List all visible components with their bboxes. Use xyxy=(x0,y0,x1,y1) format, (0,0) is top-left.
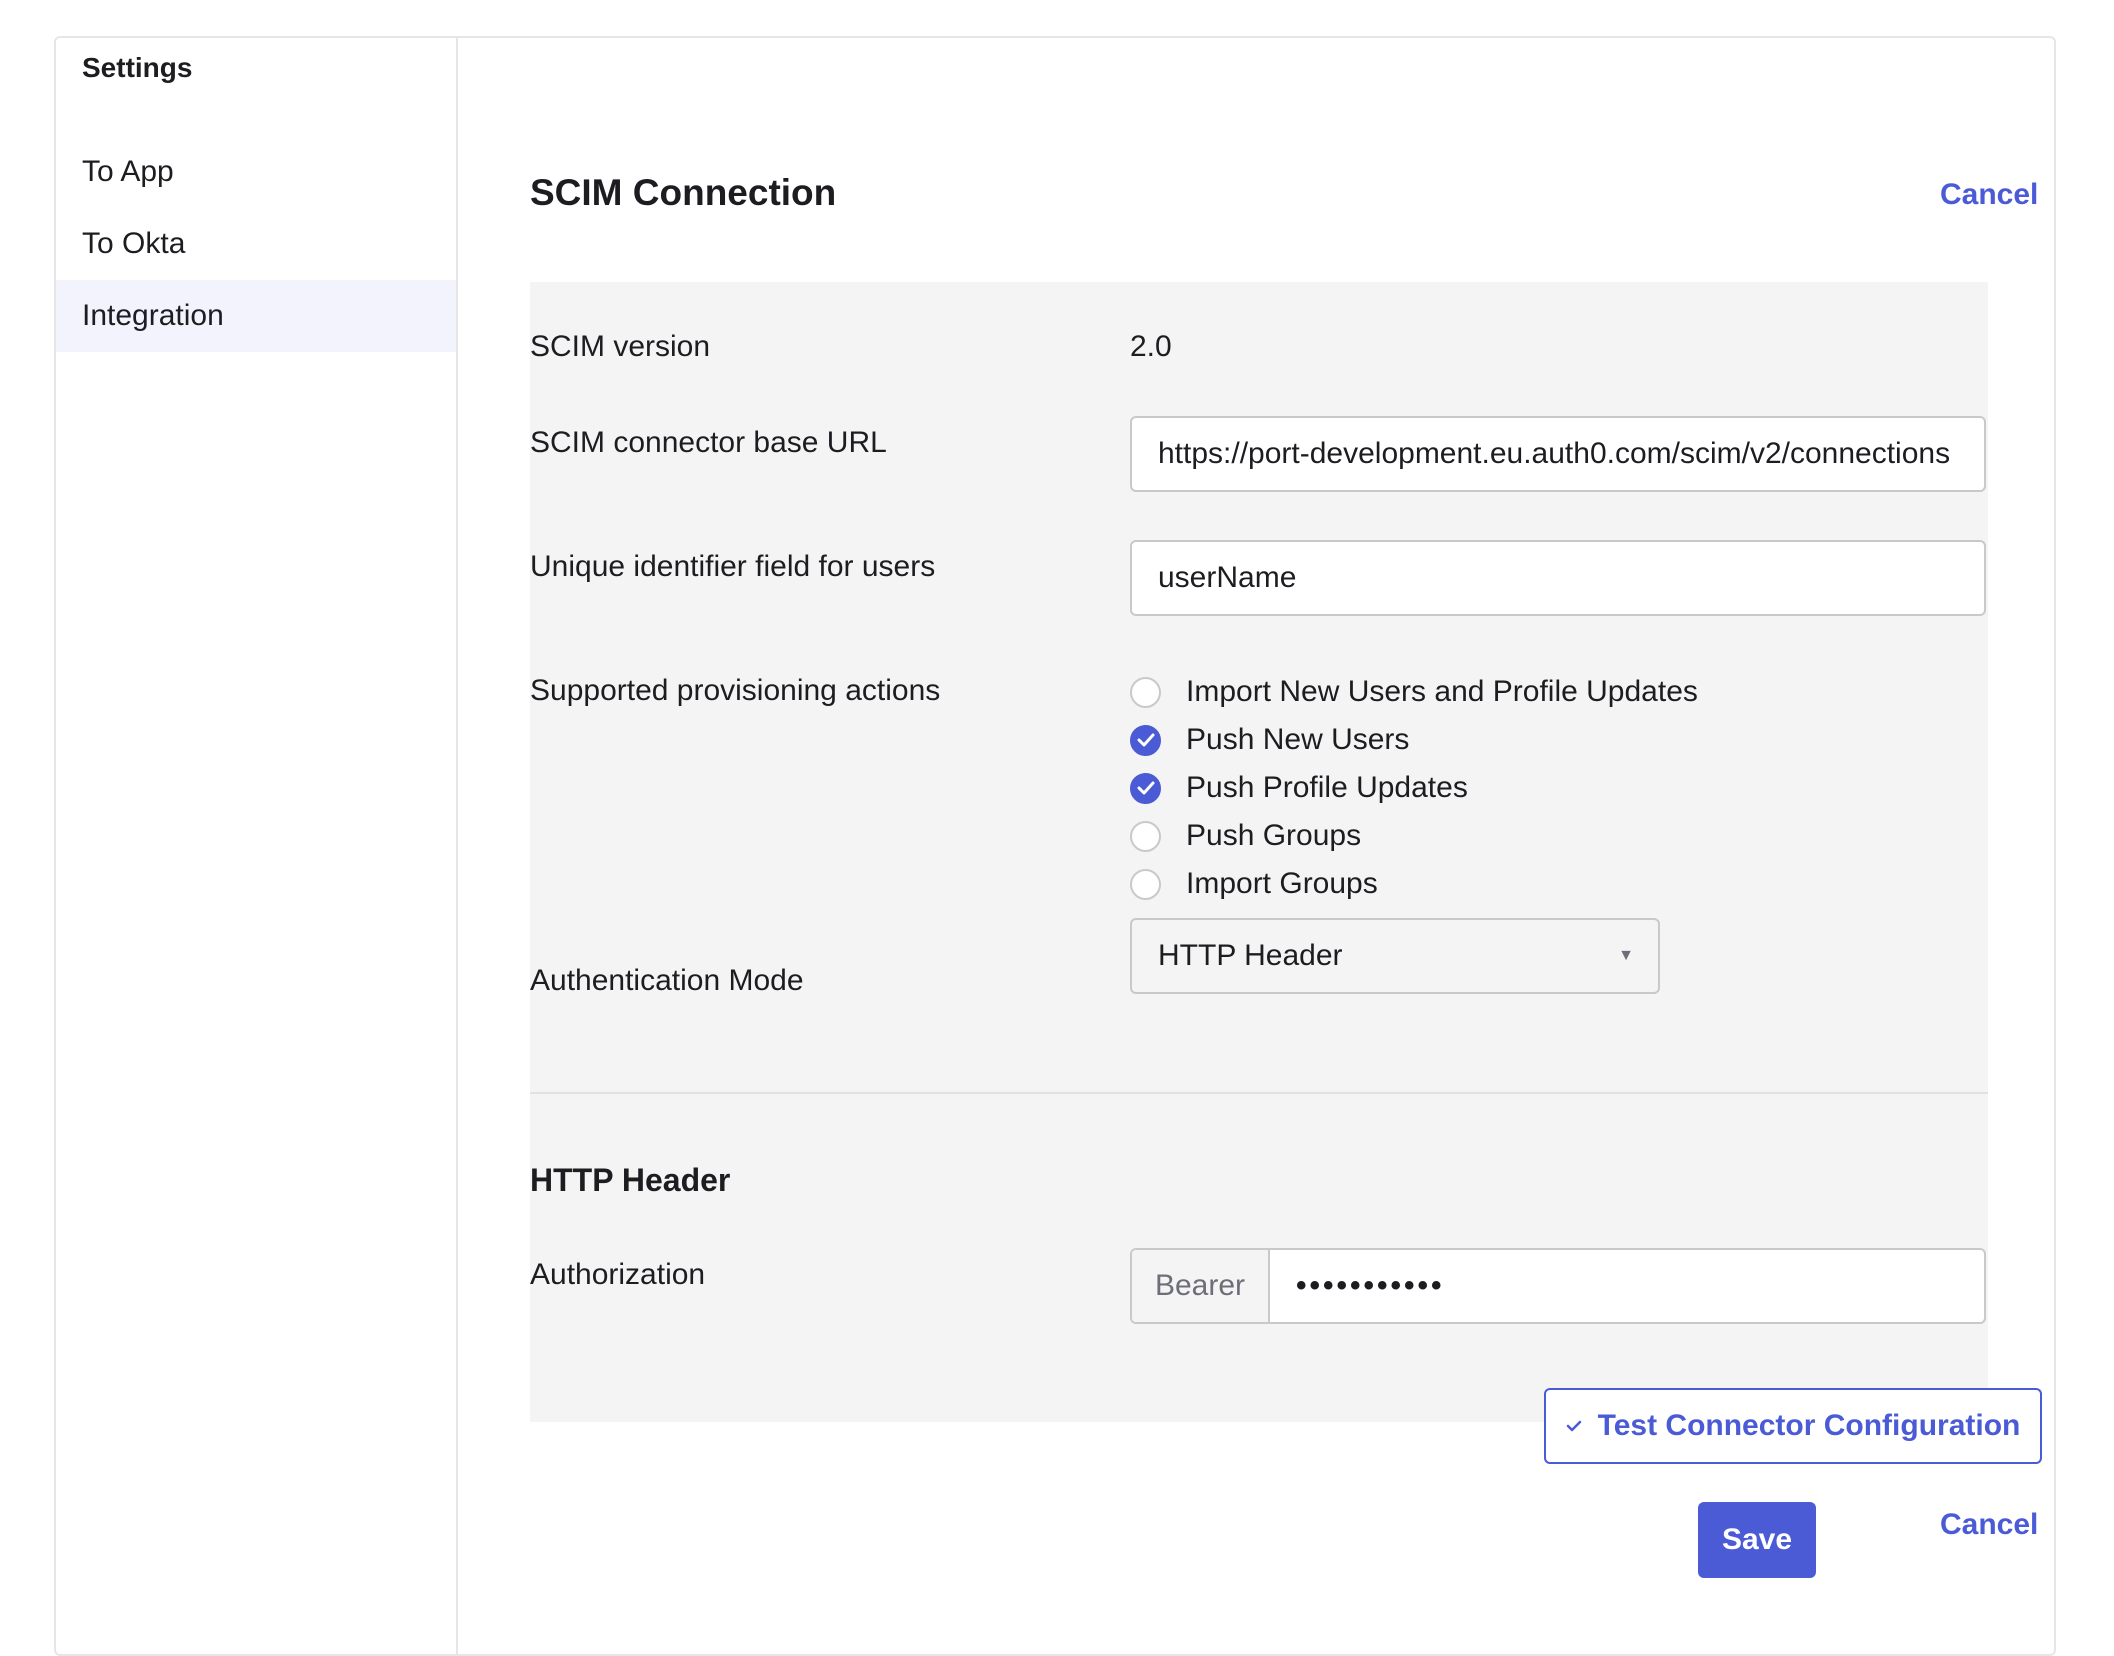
main-content: SCIM Connection Cancel SCIM version 2.0 … xyxy=(458,38,2054,1654)
authorization-label: Authorization xyxy=(530,1258,706,1291)
checkbox-label: Push Groups xyxy=(1186,819,1362,852)
checkbox-push-profile-updates[interactable]: Push Profile Updates xyxy=(1130,768,1468,808)
check-icon xyxy=(1566,1420,1582,1432)
authorization-input-group: Bearer ••••••••••• xyxy=(1130,1248,1986,1324)
checkbox-unchecked-icon xyxy=(1130,676,1161,708)
base-url-label: SCIM connector base URL xyxy=(530,426,887,459)
checkbox-unchecked-icon xyxy=(1130,820,1161,852)
auth-mode-value: HTTP Header xyxy=(1158,939,1343,972)
checkbox-checked-icon xyxy=(1130,724,1161,756)
sidebar-item-integration[interactable]: Integration xyxy=(56,280,456,352)
provisioning-label: Supported provisioning actions xyxy=(530,674,941,707)
auth-mode-label: Authentication Mode xyxy=(530,964,804,997)
base-url-input[interactable]: https://port-development.eu.auth0.com/sc… xyxy=(1130,416,1986,492)
unique-id-input[interactable]: userName xyxy=(1130,540,1986,616)
settings-frame: Settings To App To Okta Integration SCIM… xyxy=(54,36,2056,1656)
bearer-prefix: Bearer xyxy=(1132,1250,1270,1322)
checkbox-label: Push Profile Updates xyxy=(1186,771,1468,804)
http-header-title: HTTP Header xyxy=(530,1162,731,1198)
sidebar-item-to-app[interactable]: To App xyxy=(56,136,456,208)
cancel-bottom-button[interactable]: Cancel xyxy=(1940,1508,2038,1542)
scim-form-panel: SCIM version 2.0 SCIM connector base URL… xyxy=(530,282,2042,1464)
divider xyxy=(530,1092,1988,1094)
scim-version-value: 2.0 xyxy=(1130,330,1172,363)
checkbox-label: Push New Users xyxy=(1186,723,1410,756)
auth-mode-select[interactable]: HTTP Header ▼ xyxy=(1130,918,1660,994)
checkbox-import-new-users[interactable]: Import New Users and Profile Updates xyxy=(1130,672,1698,712)
scim-version-label: SCIM version xyxy=(530,330,711,363)
test-connector-button[interactable]: Test Connector Configuration xyxy=(1544,1388,2042,1464)
checkbox-push-groups[interactable]: Push Groups xyxy=(1130,816,1361,856)
sidebar-title: Settings xyxy=(82,52,193,83)
sidebar-item-to-okta[interactable]: To Okta xyxy=(56,208,456,280)
test-connector-label: Test Connector Configuration xyxy=(1597,1409,2021,1442)
checkbox-label: Import Groups xyxy=(1186,867,1378,900)
unique-id-label: Unique identifier field for users xyxy=(530,550,936,583)
checkbox-label: Import New Users and Profile Updates xyxy=(1186,675,1698,708)
sidebar: Settings To App To Okta Integration xyxy=(56,38,458,1654)
save-button[interactable]: Save xyxy=(1698,1502,1816,1578)
checkbox-import-groups[interactable]: Import Groups xyxy=(1130,864,1378,904)
cancel-top-button[interactable]: Cancel xyxy=(1940,178,2038,212)
authorization-token-input[interactable]: ••••••••••• xyxy=(1270,1250,1984,1322)
section-title: SCIM Connection xyxy=(530,172,837,213)
checkbox-push-new-users[interactable]: Push New Users xyxy=(1130,720,1409,760)
checkbox-unchecked-icon xyxy=(1130,868,1161,900)
checkbox-checked-icon xyxy=(1130,772,1161,804)
dropdown-arrow-icon: ▼ xyxy=(1618,947,1634,964)
